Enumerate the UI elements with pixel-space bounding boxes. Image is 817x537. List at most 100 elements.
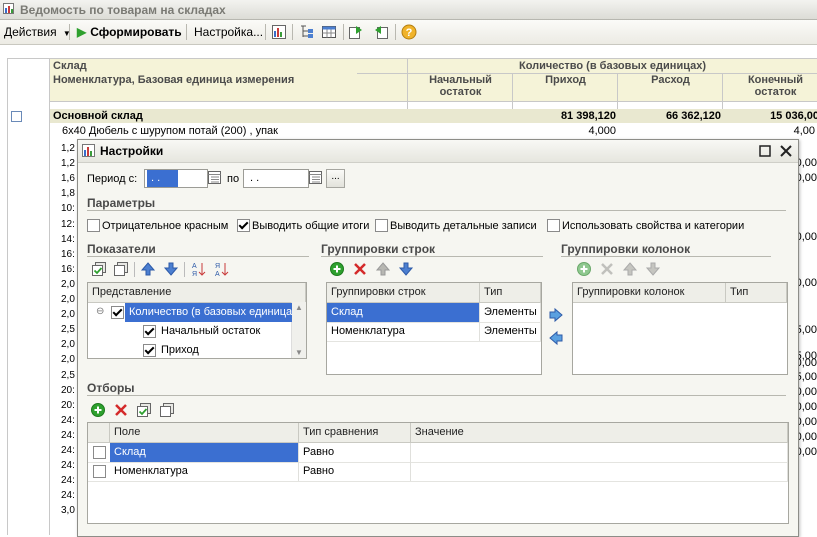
indicator-checkbox[interactable] <box>143 325 156 338</box>
collapse-toggle[interactable] <box>11 111 22 122</box>
chart-icon[interactable] <box>270 23 288 41</box>
help-icon[interactable]: ? <box>400 23 418 41</box>
move-down-icon[interactable] <box>645 261 661 277</box>
grid-line <box>49 58 50 535</box>
group-end: 15 036,00 <box>770 110 817 122</box>
filter-row[interactable]: Номенклатура Равно <box>88 462 788 482</box>
period-select-button[interactable]: ... <box>326 169 345 188</box>
param-label: Отрицательное красным <box>102 220 229 232</box>
left-number: 1,2 <box>61 143 75 154</box>
indicators-title: Показатели <box>87 242 156 256</box>
left-number: 2,0 <box>61 354 75 366</box>
item-in: 4,000 <box>588 125 616 137</box>
svg-text:?: ? <box>406 27 413 39</box>
tree-item[interactable]: ⊖ Количество (в базовых единица <box>88 303 292 322</box>
svg-text:Я: Я <box>215 263 220 270</box>
calendar-icon[interactable] <box>309 170 323 185</box>
left-number: 12: <box>61 218 75 230</box>
left-number: 20: <box>61 399 75 411</box>
param-checkbox[interactable] <box>87 219 100 232</box>
move-down-icon[interactable] <box>163 261 179 277</box>
param-checkbox[interactable] <box>375 219 388 232</box>
check-all-icon[interactable] <box>136 402 152 418</box>
add-icon[interactable] <box>90 402 106 418</box>
tree-item[interactable]: Приход <box>88 341 292 358</box>
move-left-icon[interactable] <box>548 330 564 346</box>
period-from-input[interactable]: . . <box>144 169 208 188</box>
move-up-icon[interactable] <box>622 261 638 277</box>
dialog-titlebar: Настройки <box>78 140 798 163</box>
maximize-icon[interactable] <box>759 145 771 157</box>
grouping-type: Элементы <box>480 322 541 341</box>
window-title: Ведомость по товарам на складах <box>20 3 226 17</box>
filter-value[interactable] <box>411 462 788 481</box>
left-number: 3,0 <box>61 505 75 517</box>
uncheck-all-icon[interactable] <box>113 261 129 277</box>
sort-ascending-icon[interactable]: AЯ <box>191 261 207 277</box>
left-number: 1,6 <box>61 173 75 185</box>
param-label: Выводить общие итоги <box>252 220 370 232</box>
param-checkbox[interactable] <box>237 219 250 232</box>
sort-descending-icon[interactable]: ЯA <box>214 261 230 277</box>
left-number: 1,2 <box>61 158 75 170</box>
scroll-up-icon[interactable]: ▲ <box>295 303 303 312</box>
tree-item[interactable]: Начальный остаток <box>88 322 292 341</box>
header-start-line2: остаток <box>439 86 482 98</box>
filter-checkbox[interactable] <box>93 446 106 459</box>
filter-comparison[interactable]: Равно <box>299 443 411 462</box>
period-to-input[interactable]: . . <box>243 169 309 188</box>
move-up-icon[interactable] <box>140 261 156 277</box>
filter-row[interactable]: Склад Равно <box>88 443 788 463</box>
grouping-type: Элементы <box>480 303 541 322</box>
scrollbar[interactable]: ▲ ▼ <box>291 302 306 358</box>
move-down-icon[interactable] <box>398 261 414 277</box>
left-number: 24: <box>61 460 75 472</box>
delete-icon[interactable] <box>113 402 129 418</box>
check-all-icon[interactable] <box>91 261 107 277</box>
indicator-checkbox[interactable] <box>111 306 124 319</box>
table-icon[interactable] <box>320 23 338 41</box>
report-icon <box>3 3 14 14</box>
actions-menu[interactable]: Действия ▼ <box>4 24 71 40</box>
grouping-name: Номенклатура <box>327 322 480 341</box>
toolbar-separator <box>292 24 293 40</box>
collapse-icon[interactable]: ⊖ <box>96 306 104 317</box>
section-divider <box>87 256 309 257</box>
filter-comparison[interactable]: Равно <box>299 462 411 481</box>
grid-line <box>7 58 8 535</box>
delete-icon[interactable] <box>599 261 615 277</box>
close-icon[interactable] <box>780 145 792 157</box>
export-icon[interactable] <box>347 23 365 41</box>
left-number: 10: <box>61 203 75 215</box>
grouping-row[interactable]: Склад Элементы <box>327 303 541 323</box>
generate-label: Сформировать <box>90 25 182 39</box>
import-icon[interactable] <box>372 23 390 41</box>
delete-icon[interactable] <box>352 261 368 277</box>
scroll-down-icon[interactable]: ▼ <box>295 348 303 357</box>
svg-text:A: A <box>192 263 197 270</box>
uncheck-all-icon[interactable] <box>159 402 175 418</box>
move-up-icon[interactable] <box>375 261 391 277</box>
toolbar-separator <box>265 24 266 40</box>
svg-text:A: A <box>215 271 220 277</box>
filter-checkbox[interactable] <box>93 465 106 478</box>
left-number: 14: <box>61 233 75 245</box>
add-icon[interactable] <box>576 261 592 277</box>
tree-structure-icon[interactable] <box>298 23 316 41</box>
settings-button[interactable]: Настройка... <box>194 24 263 40</box>
add-icon[interactable] <box>329 261 345 277</box>
indicator-label: Количество (в базовых единица <box>125 303 292 322</box>
indicator-checkbox[interactable] <box>143 344 156 357</box>
grid-line <box>50 101 817 102</box>
move-right-icon[interactable] <box>548 307 564 323</box>
header-end-line1: Конечный <box>747 74 804 86</box>
param-label: Выводить детальные записи <box>390 220 537 232</box>
param-checkbox[interactable] <box>547 219 560 232</box>
grouping-row[interactable]: Номенклатура Элементы <box>327 322 541 342</box>
item-name: 6х40 Дюбель с шурупом потай (200) , упак <box>62 125 278 137</box>
generate-button[interactable]: ▶ Сформировать <box>77 24 182 40</box>
calendar-icon[interactable] <box>208 170 222 185</box>
filter-value[interactable] <box>411 443 788 462</box>
header-in: Приход <box>545 74 586 86</box>
group-out: 66 362,120 <box>665 110 721 122</box>
